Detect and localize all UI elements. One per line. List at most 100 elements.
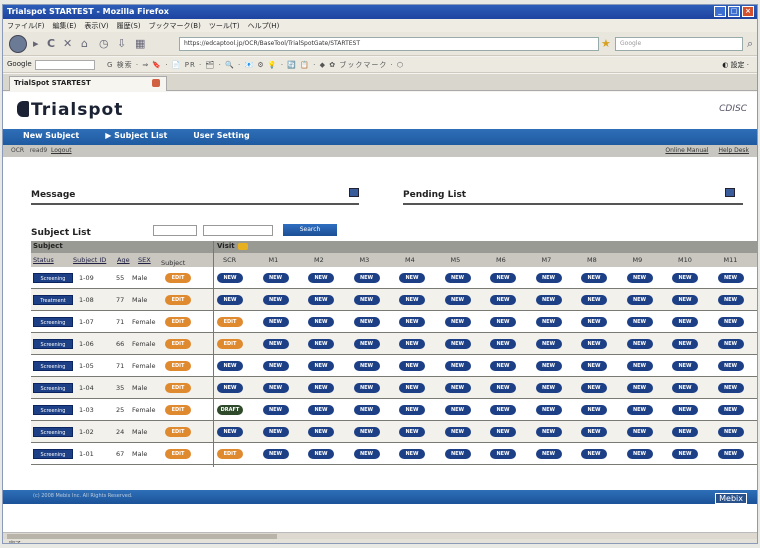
menu-item[interactable]: 編集(E)	[53, 21, 77, 30]
visit-new-button[interactable]: NEW	[490, 405, 516, 415]
visit-new-button[interactable]: NEW	[490, 449, 516, 459]
visit-new-button[interactable]: NEW	[444, 339, 471, 349]
menu-item[interactable]: ツール(T)	[209, 21, 240, 30]
visit-new-button[interactable]: NEW	[353, 295, 380, 305]
visit-new-button[interactable]: NEW	[672, 317, 698, 327]
online-manual-link[interactable]: Online Manual	[665, 147, 708, 154]
visit-new-button[interactable]: NEW	[217, 361, 243, 371]
search-button[interactable]: Search	[283, 224, 337, 236]
visit-new-button[interactable]: NEW	[308, 361, 334, 371]
visit-new-button[interactable]: NEW	[581, 339, 607, 349]
visit-new-button[interactable]: NEW	[672, 405, 698, 415]
visit-new-button[interactable]: NEW	[353, 449, 380, 459]
visit-new-button[interactable]: NEW	[262, 339, 289, 349]
visit-new-button[interactable]: NEW	[717, 405, 744, 415]
visit-new-button[interactable]: NEW	[535, 383, 562, 393]
visit-edit-button[interactable]: EDIT	[217, 317, 243, 327]
visit-new-button[interactable]: NEW	[353, 361, 380, 371]
visit-new-button[interactable]: NEW	[217, 383, 243, 393]
star-icon[interactable]: ★	[601, 37, 611, 50]
tab-trialspot[interactable]: TrialSpot STARTEST	[9, 76, 167, 91]
visit-new-button[interactable]: NEW	[581, 449, 607, 459]
visit-new-button[interactable]: NEW	[535, 295, 562, 305]
status-badge[interactable]: Screening	[33, 361, 73, 371]
visit-new-button[interactable]: NEW	[308, 405, 334, 415]
visit-new-button[interactable]: NEW	[308, 427, 334, 437]
visit-new-button[interactable]: NEW	[262, 427, 289, 437]
visit-new-button[interactable]: NEW	[535, 317, 562, 327]
subject-info-button[interactable]: EDIT	[165, 339, 191, 349]
visit-new-button[interactable]: NEW	[626, 295, 653, 305]
visit-new-button[interactable]: NEW	[262, 317, 289, 327]
url-bar[interactable]: https://edcaptool.jp/OCR/BaseTool/TrialS…	[179, 37, 599, 51]
visit-new-button[interactable]: NEW	[262, 449, 289, 459]
google-settings[interactable]: ◐ 設定 ·	[722, 60, 749, 70]
visit-new-button[interactable]: NEW	[626, 317, 653, 327]
visit-new-button[interactable]: NEW	[444, 317, 471, 327]
message-toggle-button[interactable]	[349, 188, 359, 197]
logout-link[interactable]: Logout	[51, 147, 72, 154]
visit-new-button[interactable]: NEW	[535, 427, 562, 437]
subject-info-button[interactable]: EDIT	[165, 405, 191, 415]
visit-new-button[interactable]: NEW	[399, 383, 425, 393]
subject-info-button[interactable]: EDIT	[165, 449, 191, 459]
visit-new-button[interactable]: NEW	[262, 405, 289, 415]
visit-new-button[interactable]: NEW	[535, 339, 562, 349]
download-icon[interactable]: ⇩	[117, 37, 126, 50]
visit-new-button[interactable]: NEW	[672, 449, 698, 459]
menu-item[interactable]: 履歴(S)	[117, 21, 141, 30]
bookmark-icon[interactable]: ▦	[135, 37, 145, 50]
visit-new-button[interactable]: NEW	[399, 361, 425, 371]
subject-search-input[interactable]	[203, 224, 273, 236]
visit-new-button[interactable]: NEW	[262, 361, 289, 371]
visit-new-button[interactable]: NEW	[626, 405, 653, 415]
menu-item[interactable]: ヘルプ(H)	[248, 21, 280, 30]
visit-new-button[interactable]: NEW	[399, 427, 425, 437]
status-badge[interactable]: Treatment	[33, 295, 73, 305]
visit-new-button[interactable]: NEW	[717, 317, 744, 327]
column-header[interactable]: SEX	[138, 256, 151, 264]
subject-info-button[interactable]: EDIT	[165, 383, 191, 393]
home-icon[interactable]: ⌂	[81, 37, 88, 50]
visit-new-button[interactable]: NEW	[308, 317, 334, 327]
visit-new-button[interactable]: NEW	[626, 339, 653, 349]
visit-new-button[interactable]: NEW	[353, 339, 380, 349]
app-nav-item[interactable]: User Setting	[193, 131, 249, 145]
history-icon[interactable]: ◷	[99, 37, 109, 50]
visit-new-button[interactable]: NEW	[353, 273, 380, 283]
horizontal-scrollbar[interactable]	[3, 532, 757, 539]
visit-new-button[interactable]: NEW	[444, 383, 471, 393]
subject-info-button[interactable]: EDIT	[165, 295, 191, 305]
visit-new-button[interactable]: NEW	[490, 317, 516, 327]
subject-info-button[interactable]: EDIT	[165, 317, 191, 327]
visit-new-button[interactable]: NEW	[399, 317, 425, 327]
visit-new-button[interactable]: NEW	[353, 383, 380, 393]
visit-new-button[interactable]: NEW	[717, 383, 744, 393]
visit-new-button[interactable]: NEW	[581, 361, 607, 371]
visit-new-button[interactable]: NEW	[672, 273, 698, 283]
visit-new-button[interactable]: NEW	[717, 295, 744, 305]
visit-new-button[interactable]: NEW	[490, 273, 516, 283]
visit-new-button[interactable]: NEW	[581, 295, 607, 305]
browser-search-input[interactable]: Google	[615, 37, 743, 51]
visit-new-button[interactable]: NEW	[717, 339, 744, 349]
menu-item[interactable]: ブックマーク(B)	[149, 21, 201, 30]
status-badge[interactable]: Screening	[33, 449, 73, 459]
visit-new-button[interactable]: NEW	[353, 405, 380, 415]
visit-new-button[interactable]: NEW	[353, 427, 380, 437]
app-nav-item[interactable]: ▶ Subject List	[105, 131, 167, 145]
visit-new-button[interactable]: NEW	[444, 405, 471, 415]
visit-new-button[interactable]: NEW	[399, 273, 425, 283]
reload-icon[interactable]: C	[47, 37, 55, 50]
visit-new-button[interactable]: NEW	[262, 273, 289, 283]
subject-info-button[interactable]: EDIT	[165, 427, 191, 437]
visit-new-button[interactable]: NEW	[626, 449, 653, 459]
visit-new-button[interactable]: NEW	[581, 383, 607, 393]
maximize-button[interactable]: □	[728, 6, 740, 17]
tab-close-icon[interactable]	[152, 79, 160, 87]
visit-new-button[interactable]: NEW	[399, 405, 425, 415]
minimize-button[interactable]: _	[714, 6, 726, 17]
visit-new-button[interactable]: NEW	[626, 273, 653, 283]
help-desk-link[interactable]: Help Desk	[719, 147, 750, 154]
visit-new-button[interactable]: NEW	[535, 449, 562, 459]
